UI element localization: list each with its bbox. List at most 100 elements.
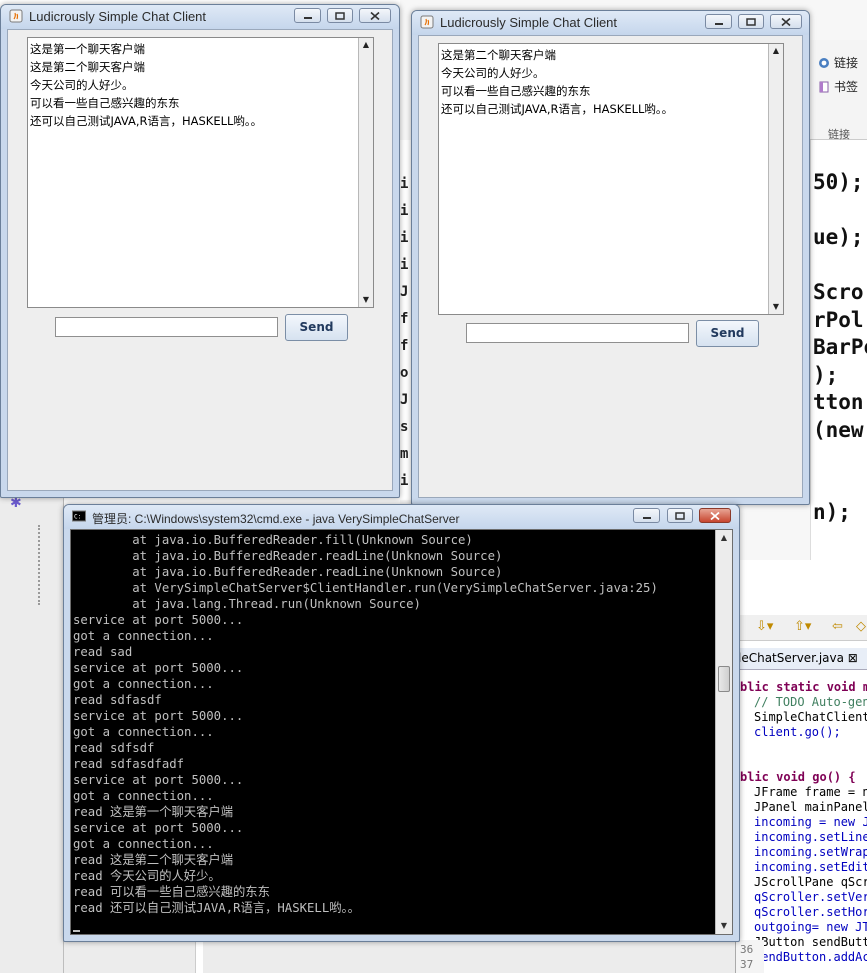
vertical-scrollbar[interactable]: ▲ ▼ [768, 44, 783, 314]
link-icon [818, 57, 830, 69]
console-line: service at port 5000... [73, 661, 244, 675]
scroll-down-icon[interactable]: ▼ [769, 300, 783, 314]
outgoing-message-input[interactable] [55, 317, 278, 337]
console-output[interactable]: at java.io.BufferedReader.fill(Unknown S… [70, 529, 733, 935]
maximize-button[interactable] [327, 8, 353, 23]
chat-message: 这是第一个聊天客户端 [30, 42, 145, 56]
maximize-button[interactable] [667, 508, 693, 523]
incoming-messages-area[interactable]: 这是第一个聊天客户端 这是第二个聊天客户端 今天公司的人好少。 可以看一些自己感兴趣的… [27, 37, 374, 308]
code-line: qScroller.setVer [754, 890, 867, 904]
console-line: service at port 5000... [73, 709, 244, 723]
console-line: read 今天公司的人好少。 [73, 869, 221, 883]
scroll-down-icon[interactable]: ▼ [359, 293, 373, 307]
minimize-button[interactable] [633, 508, 660, 523]
bookmark-row[interactable]: 书签 [818, 78, 858, 95]
cmd-window: C: 管理员: C:\Windows\system32\cmd.exe - ja… [63, 504, 740, 942]
code-line: // TODO Auto-gen [754, 695, 867, 709]
maximize-button[interactable] [738, 14, 764, 29]
background-code-line: n); [813, 500, 851, 524]
bookmark-icon [818, 81, 830, 93]
chat-message: 这是第二个聊天客户端 [30, 60, 145, 74]
console-line: at VerySimpleChatServer$ClientHandler.ru… [73, 581, 658, 595]
chat-message: 这是第二个聊天客户端 [441, 48, 556, 62]
code-line: incoming.setEdit [754, 860, 867, 874]
background-code-line: Scro [813, 280, 864, 304]
background-code-char: f [400, 311, 409, 327]
close-button[interactable] [359, 8, 391, 23]
sash-handle[interactable] [38, 525, 44, 605]
ide-left-strip: ✱ [0, 495, 64, 973]
toolbar-nav-icon[interactable]: ⇧▾ [794, 619, 811, 634]
browser-links-panel: 链接 书签 链接 [810, 40, 867, 141]
code-line: JScrollPane qScr [754, 875, 867, 889]
console-line: service at port 5000... [73, 613, 244, 627]
code-line: incoming.setLine [754, 830, 867, 844]
send-button[interactable]: Send [285, 314, 348, 341]
ide-divider [195, 940, 203, 973]
close-button[interactable] [770, 14, 802, 29]
incoming-messages-area[interactable]: 这是第二个聊天客户端 今天公司的人好少。 可以看一些自己感兴趣的东东 还可以自己测试J… [438, 43, 784, 315]
close-icon[interactable]: ⊠ [848, 651, 858, 665]
forward-icon[interactable]: ◇ [856, 619, 866, 634]
close-button[interactable] [699, 508, 731, 523]
console-line: at java.io.BufferedReader.fill(Unknown S… [73, 533, 473, 547]
code-line: JPanel mainPanel [754, 800, 867, 814]
messages-text: 这是第二个聊天客户端 今天公司的人好少。 可以看一些自己感兴趣的东东 还可以自己测试J… [441, 46, 767, 118]
console-line: at java.lang.Thread.run(Unknown Source) [73, 597, 421, 611]
editor-tab[interactable]: leChatServer.java ⊠ [736, 648, 867, 670]
messages-text: 这是第一个聊天客户端 这是第二个聊天客户端 今天公司的人好少。 可以看一些自己感兴趣的… [30, 40, 357, 130]
code-line: JButton sendButt [754, 935, 867, 949]
outgoing-message-input[interactable] [466, 323, 689, 343]
background-code-char: J [400, 284, 409, 300]
eclipse-editor: ⇩▾ ⇧▾ ⇦ ◇ leChatServer.java ⊠ blic stati… [735, 560, 867, 973]
link-row[interactable]: 链接 [818, 54, 858, 71]
background-code-line: tton [813, 390, 864, 414]
scroll-up-icon[interactable]: ▲ [769, 44, 783, 58]
back-icon[interactable]: ⇦ [832, 619, 843, 634]
code-line: incoming.setWrap [754, 845, 867, 859]
background-code-char: o [400, 365, 409, 381]
chat-message: 可以看一些自己感兴趣的东东 [441, 84, 591, 98]
vertical-scrollbar[interactable]: ▲ ▼ [715, 530, 732, 934]
scroll-down-icon[interactable]: ▼ [716, 918, 732, 934]
title-bar[interactable]: Ludicrously Simple Chat Client [1, 5, 399, 29]
console-line: service at port 5000... [73, 821, 244, 835]
chat-message: 还可以自己测试JAVA,R语言，HASKELL哟。。 [441, 102, 674, 116]
eclipse-toolbar: ⇩▾ ⇧▾ ⇦ ◇ [736, 615, 867, 641]
console-line: got a connection... [73, 677, 214, 691]
console-line: read sad [73, 645, 133, 659]
minimize-button[interactable] [705, 14, 732, 29]
console-line: read 这是第二个聊天客户端 [73, 853, 233, 867]
toolbar-nav-icon[interactable]: ⇩▾ [756, 619, 773, 634]
vertical-scrollbar[interactable]: ▲ ▼ [358, 38, 373, 307]
background-code-line: ue); [813, 225, 864, 249]
background-code-char: i [400, 230, 409, 246]
line-number: 36 [740, 943, 754, 956]
background-code-char: i [400, 257, 409, 273]
console-line: read 这是第一个聊天客户端 [73, 805, 233, 819]
send-button[interactable]: Send [696, 320, 759, 347]
console-line: at java.io.BufferedReader.readLine(Unkno… [73, 549, 503, 563]
scroll-up-icon[interactable]: ▲ [716, 530, 732, 546]
background-code-line: BarPo [813, 335, 867, 359]
background-code-char: i [400, 176, 409, 192]
code-line: JFrame frame = n [754, 785, 867, 799]
background-code-line: (new [813, 417, 864, 442]
window-client-area: 这是第一个聊天客户端 这是第二个聊天客户端 今天公司的人好少。 可以看一些自己感兴趣的… [7, 29, 393, 491]
console-line: read 还可以自己测试JAVA,R语言，HASKELL哟。。 [73, 901, 360, 915]
console-icon: C: [72, 510, 86, 522]
code-line: qScroller.setHor [754, 905, 867, 919]
minimize-button[interactable] [294, 8, 321, 23]
console-line: got a connection... [73, 837, 214, 851]
bookmark-label: 书签 [834, 80, 859, 94]
code-line: blic void go() { [740, 770, 856, 784]
scroll-up-icon[interactable]: ▲ [359, 38, 373, 52]
title-bar[interactable]: C: 管理员: C:\Windows\system32\cmd.exe - ja… [64, 505, 739, 529]
scroll-thumb[interactable] [718, 666, 730, 692]
background-code-line: 50); [813, 170, 864, 194]
title-bar[interactable]: Ludicrously Simple Chat Client [412, 11, 809, 35]
chat-message: 可以看一些自己感兴趣的东东 [30, 96, 180, 110]
editor-tab-label: leChatServer.java [738, 651, 844, 665]
background-code-line: ); [813, 362, 839, 387]
window-title: Ludicrously Simple Chat Client [440, 15, 618, 30]
